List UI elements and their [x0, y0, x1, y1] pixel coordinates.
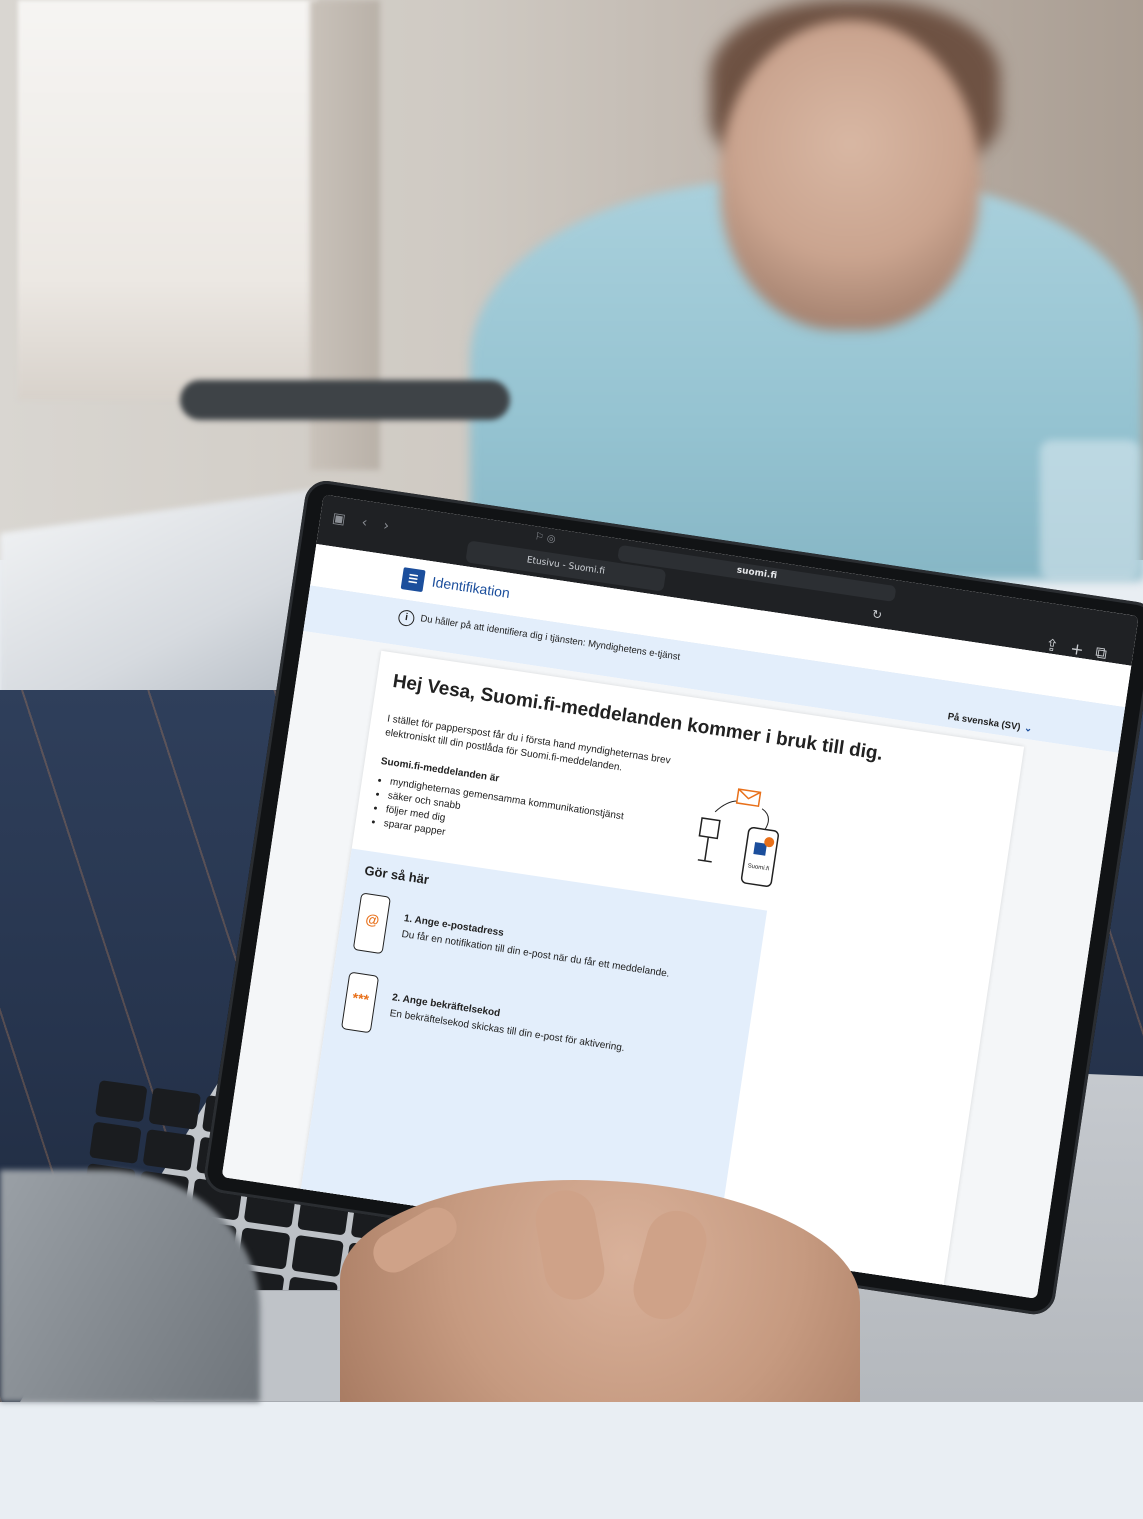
phone-icon: @ [352, 892, 391, 955]
background-window [18, 0, 318, 400]
laptop-screen: ▣ ‹ › ⚐ ◎ suomi.fi Etusivu - Suomi.fi ↻ … [221, 494, 1139, 1299]
feature-list: myndigheternas gemensamma kommunikations… [371, 774, 625, 866]
chevron-down-icon: ⌄ [1023, 722, 1033, 735]
mailbox-phone-illustration: Suomi.fi [697, 788, 779, 887]
finger [530, 1185, 610, 1305]
sidebar-toggle-icon[interactable]: ▣ ‹ › [331, 510, 396, 535]
finger [626, 1204, 714, 1326]
web-page: ☰ Identifikation i Du håller på att iden… [221, 543, 1132, 1299]
step-description: Du får en notifikation till din e-post n… [400, 928, 671, 980]
password-dots-icon: *** [351, 989, 370, 1008]
site-title: Identifikation [430, 573, 511, 602]
step-description: En bekräftelsekod skickas till din e-pos… [388, 1008, 626, 1054]
reload-icon[interactable]: ↻ [871, 607, 883, 622]
steps-title: Gör så här [363, 862, 431, 888]
info-icon: i [397, 608, 416, 628]
background-person-head [720, 20, 980, 330]
background-glass [1040, 440, 1140, 580]
background-chair [180, 380, 510, 420]
at-sign-icon: @ [364, 910, 381, 929]
suomi-logo-icon: ☰ [400, 567, 426, 593]
privacy-icon: ⚐ ◎ [534, 531, 557, 546]
phone-icon: *** [340, 971, 380, 1034]
